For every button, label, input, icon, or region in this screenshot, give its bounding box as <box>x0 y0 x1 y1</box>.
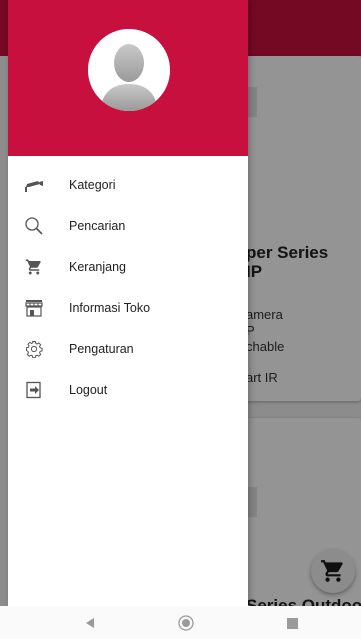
nav-back-button[interactable] <box>82 615 98 631</box>
menu-item-pengaturan[interactable]: Pengaturan <box>8 328 248 369</box>
nav-home-button[interactable] <box>178 615 194 631</box>
recents-square-icon <box>286 617 298 629</box>
avatar[interactable] <box>88 29 170 111</box>
drawer-menu: Kategori Pencarian Keranjang Informasi T… <box>8 164 248 410</box>
store-icon <box>24 298 44 318</box>
logout-icon <box>24 380 44 400</box>
menu-item-pencarian[interactable]: Pencarian <box>8 205 248 246</box>
system-nav-bar <box>0 606 361 639</box>
menu-item-label: Kategori <box>69 177 116 192</box>
drawer-header <box>8 0 248 156</box>
menu-item-logout[interactable]: Logout <box>8 369 248 410</box>
cctv-camera-icon <box>24 175 44 195</box>
menu-item-label: Pencarian <box>69 218 126 233</box>
menu-item-label: Pengaturan <box>69 341 134 356</box>
cart-icon <box>24 257 44 277</box>
navigation-drawer: Kategori Pencarian Keranjang Informasi T… <box>8 0 248 606</box>
menu-item-informasi-toko[interactable]: Informasi Toko <box>8 287 248 328</box>
back-triangle-icon <box>86 618 94 628</box>
menu-item-label: Informasi Toko <box>69 300 151 315</box>
user-avatar-icon <box>88 29 170 111</box>
menu-item-label: Logout <box>69 382 108 397</box>
home-circle-icon <box>178 615 194 631</box>
nav-recents-button[interactable] <box>284 615 300 631</box>
menu-item-kategori[interactable]: Kategori <box>8 164 248 205</box>
menu-item-label: Keranjang <box>69 259 126 274</box>
search-icon <box>24 216 44 236</box>
gear-icon <box>24 339 44 359</box>
menu-item-keranjang[interactable]: Keranjang <box>8 246 248 287</box>
